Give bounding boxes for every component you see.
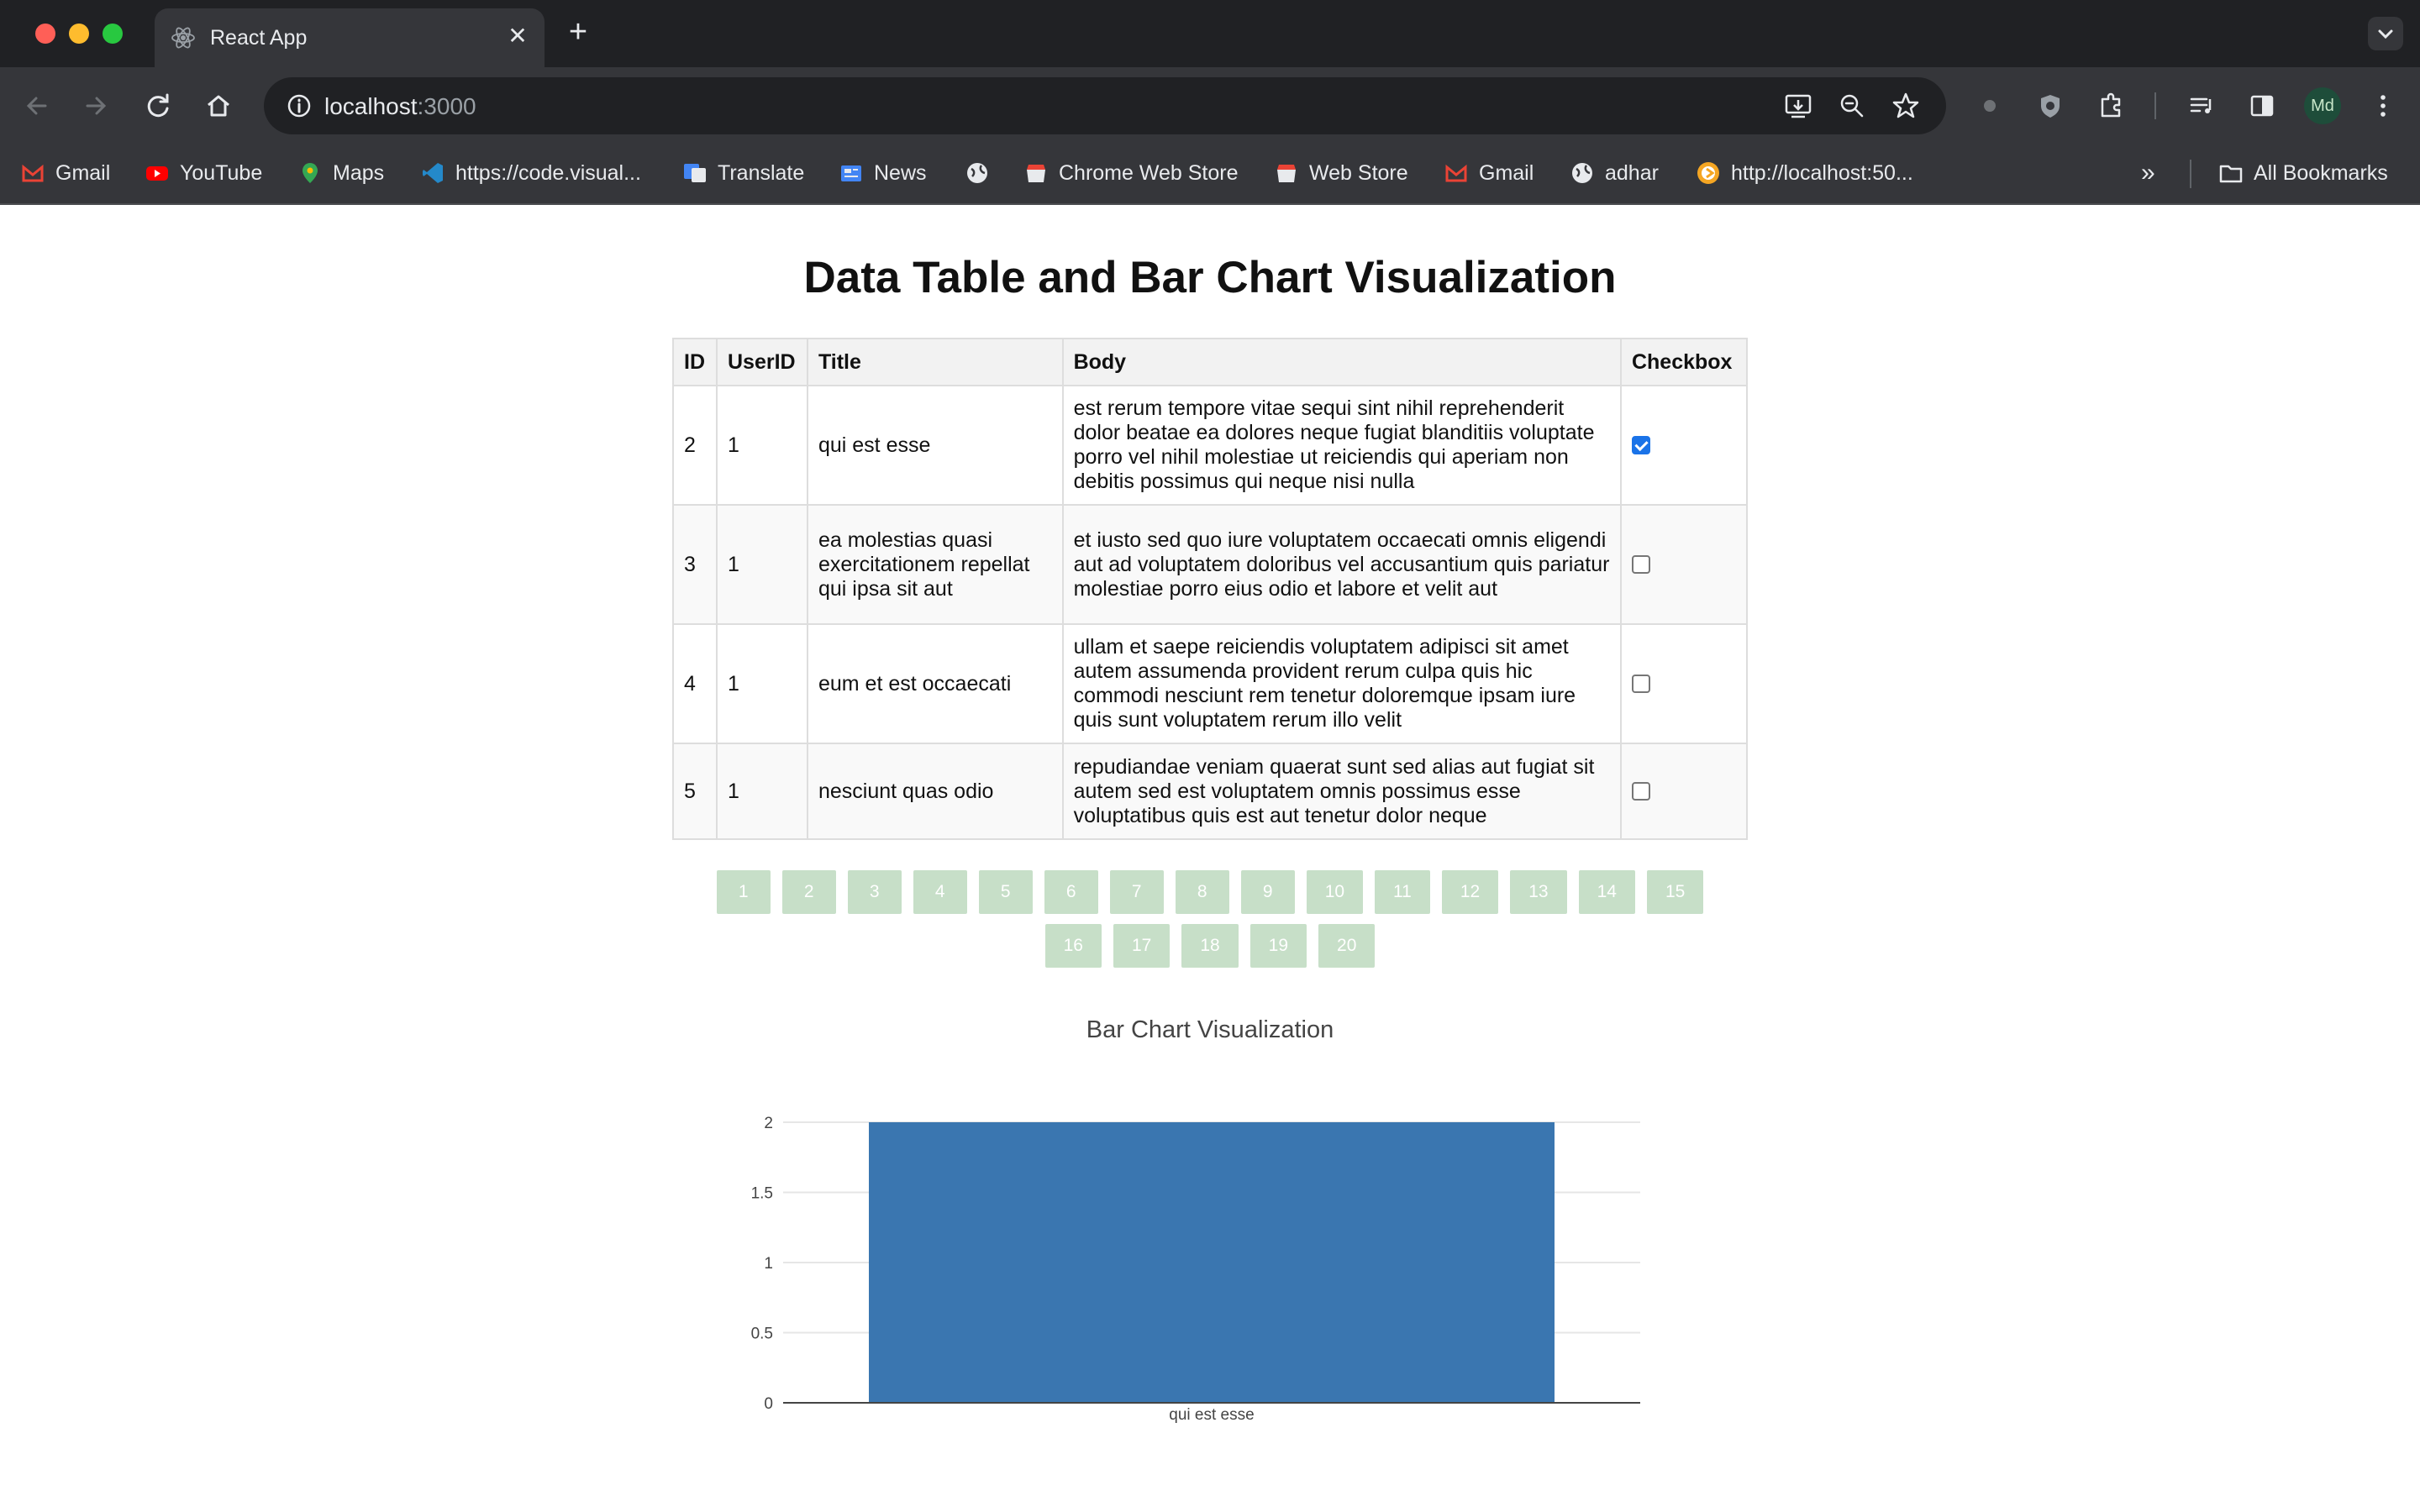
y-tick-label: 0.5 <box>751 1326 773 1343</box>
bar-chart: 0 0.5 1 1.5 2 qui est esse <box>751 1115 1640 1424</box>
y-tick-label: 1.5 <box>751 1185 773 1203</box>
bar <box>869 1122 1555 1403</box>
x-tick-label: qui est esse <box>1169 1406 1254 1424</box>
y-tick-label: 1 <box>764 1255 773 1273</box>
y-tick-label: 2 <box>764 1115 773 1132</box>
y-tick-label: 0 <box>764 1395 773 1413</box>
